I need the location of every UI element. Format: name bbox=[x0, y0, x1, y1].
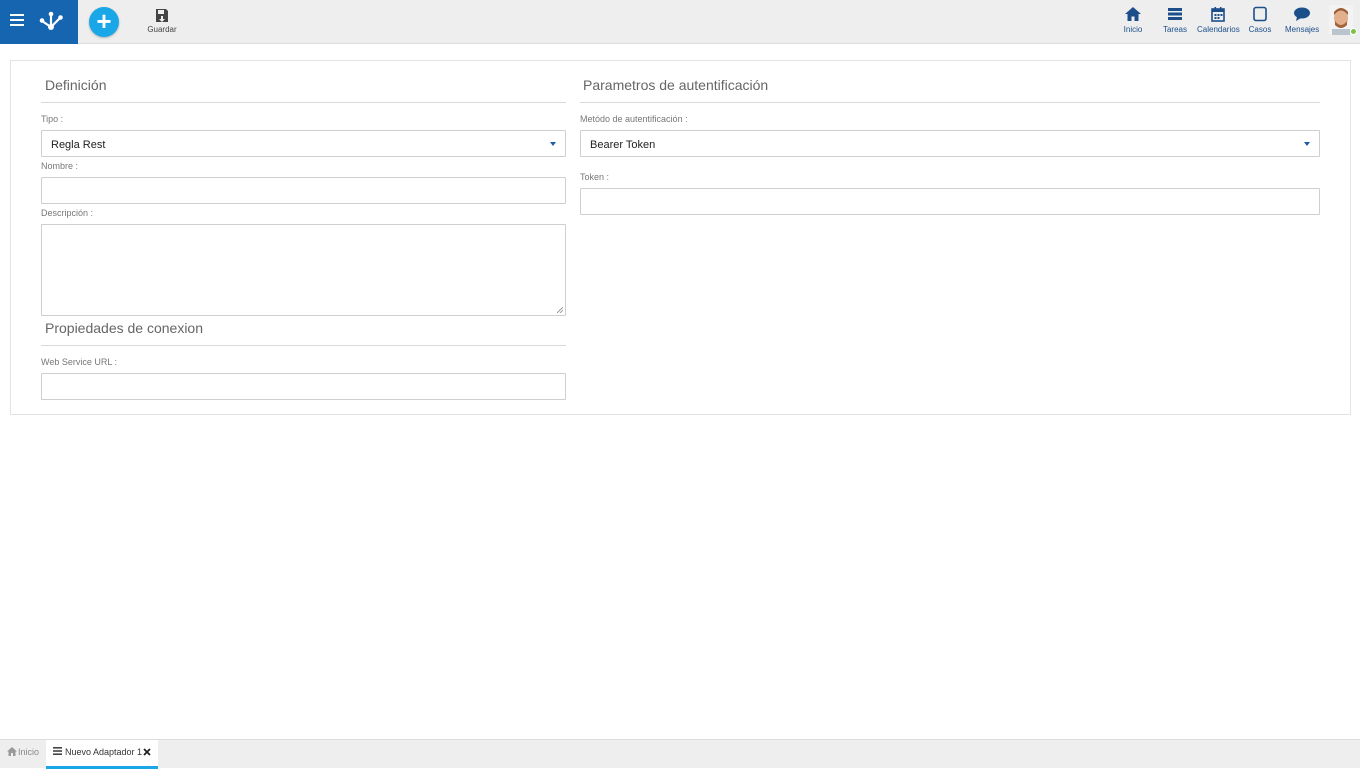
auth-method-label: Metódo de autentificación : bbox=[580, 114, 688, 124]
tab-inicio-label: Inicio bbox=[18, 747, 40, 757]
tab-inicio[interactable]: Inicio bbox=[0, 740, 44, 769]
nav-cases-label: Casos bbox=[1248, 25, 1272, 34]
tipo-label: Tipo : bbox=[41, 114, 64, 124]
nombre-input[interactable] bbox=[41, 177, 566, 204]
cases-icon bbox=[1253, 6, 1267, 22]
plus-icon: + bbox=[96, 6, 112, 36]
top-bar: + Guardar Inicio Tareas Calendarios Caso… bbox=[0, 0, 1360, 44]
home-icon bbox=[7, 747, 17, 756]
descripcion-label: Descripción : bbox=[41, 208, 94, 218]
save-label: Guardar bbox=[147, 25, 177, 34]
calendar-icon bbox=[1211, 7, 1225, 22]
tab-nuevo-adaptador[interactable]: Nuevo Adaptador 1 bbox=[46, 740, 158, 769]
nav-home-label: Inicio bbox=[1123, 25, 1143, 34]
tasks-icon bbox=[1168, 8, 1182, 20]
web-service-url-input[interactable] bbox=[41, 373, 566, 400]
tab-nuevo-adaptador-label: Nuevo Adaptador 1 bbox=[65, 747, 143, 757]
brand-area bbox=[0, 0, 78, 44]
bottom-tab-bar: Inicio Nuevo Adaptador 1 bbox=[0, 739, 1360, 769]
nav-tasks[interactable]: Tareas bbox=[1162, 6, 1188, 34]
app-logo-icon[interactable] bbox=[38, 9, 64, 35]
token-input[interactable] bbox=[580, 188, 1320, 215]
nav-calendars-label: Calendarios bbox=[1197, 25, 1240, 34]
chevron-down-icon bbox=[550, 142, 556, 146]
messages-icon bbox=[1294, 7, 1310, 21]
save-button[interactable]: Guardar bbox=[142, 8, 182, 40]
url-label: Web Service URL : bbox=[41, 357, 118, 367]
nombre-label: Nombre : bbox=[41, 161, 79, 171]
form-panel: Definición Tipo : Regla Rest Nombre : De… bbox=[10, 60, 1351, 415]
definition-title: Definición bbox=[45, 77, 107, 93]
nav-messages-label: Mensajes bbox=[1285, 25, 1320, 34]
tipo-select[interactable]: Regla Rest bbox=[41, 130, 566, 157]
tipo-value: Regla Rest bbox=[51, 139, 106, 151]
descripcion-textarea[interactable] bbox=[41, 224, 566, 316]
home-icon bbox=[1125, 7, 1141, 21]
menu-icon[interactable] bbox=[10, 14, 24, 28]
auth-divider bbox=[580, 102, 1320, 103]
auth-method-select[interactable]: Bearer Token bbox=[580, 130, 1320, 157]
connection-title: Propiedades de conexion bbox=[45, 320, 204, 336]
definition-divider bbox=[41, 102, 566, 103]
auth-method-value: Bearer Token bbox=[590, 139, 656, 151]
close-icon[interactable] bbox=[143, 748, 151, 756]
nav-tasks-label: Tareas bbox=[1162, 25, 1187, 34]
add-button[interactable]: + bbox=[89, 7, 119, 37]
connection-divider bbox=[41, 345, 566, 346]
nav-cases[interactable]: Casos bbox=[1248, 6, 1272, 34]
resize-handle-icon[interactable] bbox=[557, 307, 563, 313]
nav-calendars[interactable]: Calendarios bbox=[1197, 6, 1240, 34]
tab-list-icon bbox=[53, 747, 62, 755]
nav-messages[interactable]: Mensajes bbox=[1285, 6, 1319, 34]
token-label: Token : bbox=[580, 172, 610, 182]
nav-home[interactable]: Inicio bbox=[1122, 6, 1144, 34]
chevron-down-icon bbox=[1304, 142, 1310, 146]
save-icon bbox=[156, 9, 168, 22]
online-status-indicator bbox=[1350, 28, 1357, 35]
auth-title: Parametros de autentificación bbox=[583, 77, 769, 93]
